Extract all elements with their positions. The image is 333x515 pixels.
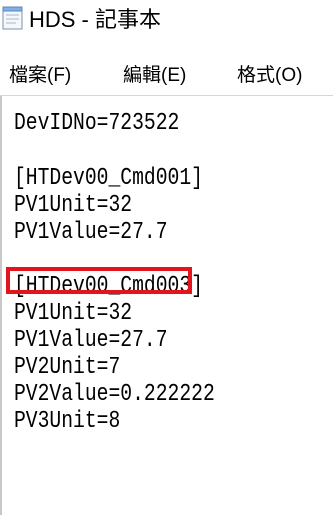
text-line: DevIDNo=723522 <box>14 110 180 137</box>
menu-edit[interactable]: 編輯(E) <box>123 60 186 87</box>
notepad-icon <box>2 4 24 30</box>
text-line: [HTDev00_Cmd003] <box>14 273 203 300</box>
text-line: [HTDev00_Cmd001] <box>14 165 203 192</box>
text-line: PV3Unit=8 <box>14 408 121 435</box>
text-editor-area[interactable]: DevIDNo=723522 [HTDev00_Cmd001] PV1Unit=… <box>0 96 333 515</box>
text-line: PV2Unit=7 <box>14 354 121 381</box>
text-line: PV1Unit=32 <box>14 192 133 219</box>
menu-format[interactable]: 格式(O) <box>237 60 302 87</box>
text-line: PV1Value=27.7 <box>14 219 168 246</box>
menu-file[interactable]: 檔案(F) <box>9 60 71 87</box>
window-title: HDS - 記事本 <box>29 7 162 32</box>
text-line: PV2Value=0.222222 <box>14 381 215 408</box>
notepad-window: HDS - 記事本 檔案(F) 編輯(E) 格式(O) DevIDNo=7235… <box>0 0 333 515</box>
title-bar: HDS - 記事本 <box>0 0 333 40</box>
text-line: PV1Value=27.7 <box>14 327 168 354</box>
menu-bar: 檔案(F) 編輯(E) 格式(O) <box>0 53 333 93</box>
text-line: PV1Unit=32 <box>14 300 133 327</box>
